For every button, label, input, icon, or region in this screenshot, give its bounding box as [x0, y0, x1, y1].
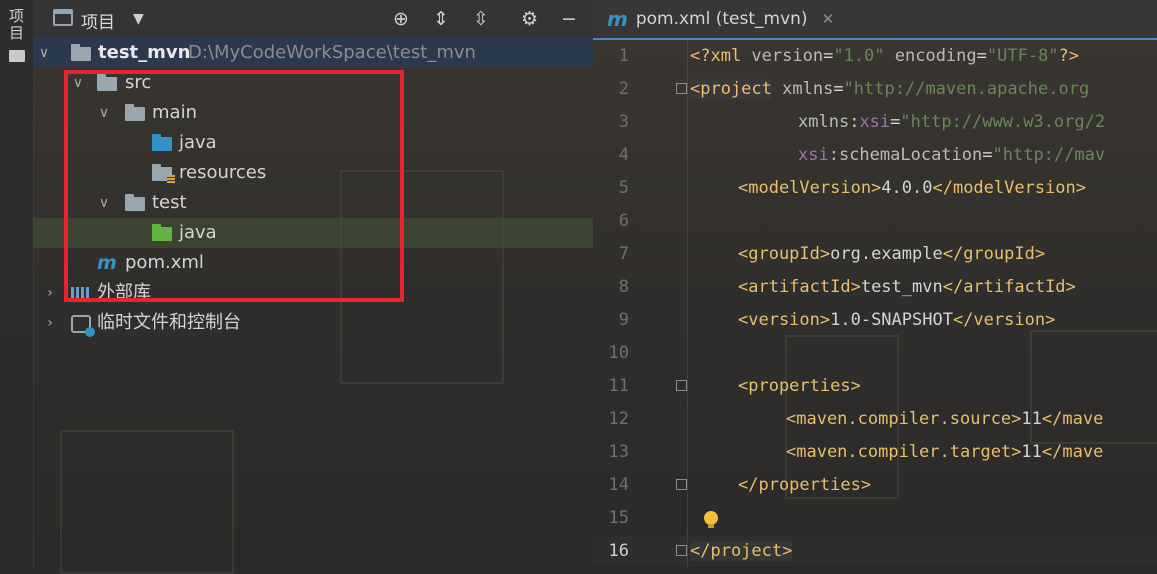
fold-marker[interactable]	[676, 380, 687, 391]
lightbulb-icon[interactable]	[703, 511, 719, 529]
fold-marker[interactable]	[676, 545, 687, 556]
code-line-4[interactable]: xsi:schemaLocation="http://mav	[798, 143, 1105, 167]
locate-icon[interactable]: ⊕	[393, 8, 409, 30]
code-line-14[interactable]: </properties>	[738, 473, 871, 497]
line-number: 5	[618, 178, 629, 198]
project-panel-header: 项目 ▼ ⊕ ⇕ ⇳ ⚙ −	[33, 0, 593, 38]
tab-label: pom.xml (test_mvn)	[635, 9, 808, 29]
tool-window-strip: 项目	[0, 0, 34, 568]
project-window-icon	[53, 9, 73, 26]
line-number: 1	[618, 46, 629, 66]
line-number: 16	[608, 541, 629, 561]
code-line-16[interactable]: </project>	[690, 539, 793, 563]
module-path: D:\MyCodeWorkSpace\test_mvn	[188, 42, 476, 63]
line-number: 14	[608, 475, 629, 495]
chevron-down-icon[interactable]: ∨	[37, 38, 51, 68]
collapse-all-icon[interactable]: ⇳	[473, 8, 489, 30]
editor-tab-bar: m pom.xml (test_mvn) ✕	[593, 0, 1157, 40]
code-line-9[interactable]: <version>1.0-SNAPSHOT</version>	[738, 308, 1055, 332]
chevron-right-icon[interactable]: ›	[43, 308, 57, 338]
gear-icon[interactable]: ⚙	[521, 8, 538, 30]
line-number: 13	[608, 442, 629, 462]
line-number: 12	[608, 409, 629, 429]
line-number: 7	[618, 244, 629, 264]
code-line-7[interactable]: <groupId>org.example</groupId>	[738, 242, 1045, 266]
scratches-icon	[71, 315, 95, 337]
close-icon[interactable]: ✕	[822, 10, 835, 28]
module-folder-icon	[71, 44, 91, 61]
line-number: 9	[618, 310, 629, 330]
line-number: 6	[618, 211, 629, 231]
code-line-12[interactable]: <maven.compiler.source>11</mave	[786, 407, 1103, 431]
line-number: 10	[608, 343, 629, 363]
editor-panel: m pom.xml (test_mvn) ✕ 1 2 3 4 5 6 7 8 9…	[593, 0, 1157, 568]
hide-panel-icon[interactable]: −	[561, 8, 577, 30]
maven-icon: m	[607, 7, 628, 31]
line-number: 15	[608, 508, 629, 528]
tree-item-label: 临时文件和控制台	[97, 312, 241, 333]
line-number: 4	[618, 145, 629, 165]
code-line-5[interactable]: <modelVersion>4.0.0</modelVersion>	[738, 176, 1086, 200]
line-number: 3	[618, 112, 629, 132]
tab-pom-xml[interactable]: m pom.xml (test_mvn) ✕	[593, 0, 844, 38]
line-number-gutter: 1 2 3 4 5 6 7 8 9 10 11 12 13 14 15 16	[593, 38, 681, 568]
fold-marker[interactable]	[676, 479, 687, 490]
fold-marker[interactable]	[676, 83, 687, 94]
gutter-divider	[687, 38, 688, 568]
code-line-13[interactable]: <maven.compiler.target>11</mave	[786, 440, 1103, 464]
line-number: 2	[618, 79, 629, 99]
project-view-title[interactable]: 项目	[81, 8, 115, 33]
tree-item-scratches[interactable]: › 临时文件和控制台	[33, 308, 593, 338]
line-number: 8	[618, 277, 629, 297]
expand-all-icon[interactable]: ⇕	[433, 8, 449, 30]
tree-item-test-mvn[interactable]: ∨ test_mvn D:\MyCodeWorkSpace\test_mvn	[33, 38, 593, 68]
code-line-8[interactable]: <artifactId>test_mvn</artifactId>	[738, 275, 1076, 299]
code-line-11[interactable]: <properties>	[738, 374, 861, 398]
chevron-down-icon[interactable]: ▼	[133, 11, 144, 27]
project-tool-tab[interactable]: 项目	[5, 8, 27, 42]
highlight-box	[64, 70, 404, 302]
code-line-2[interactable]: <project xmlns="http://maven.apache.org	[690, 77, 1089, 101]
tree-item-label: test_mvn	[98, 42, 191, 63]
code-line-3[interactable]: xmlns:xsi="http://www.w3.org/2	[798, 110, 1105, 134]
code-line-1[interactable]: <?xml version="1.0" encoding="UTF-8"?>	[690, 44, 1079, 68]
line-number: 11	[608, 376, 629, 396]
chevron-right-icon[interactable]: ›	[43, 278, 57, 308]
folder-icon[interactable]	[9, 50, 25, 62]
